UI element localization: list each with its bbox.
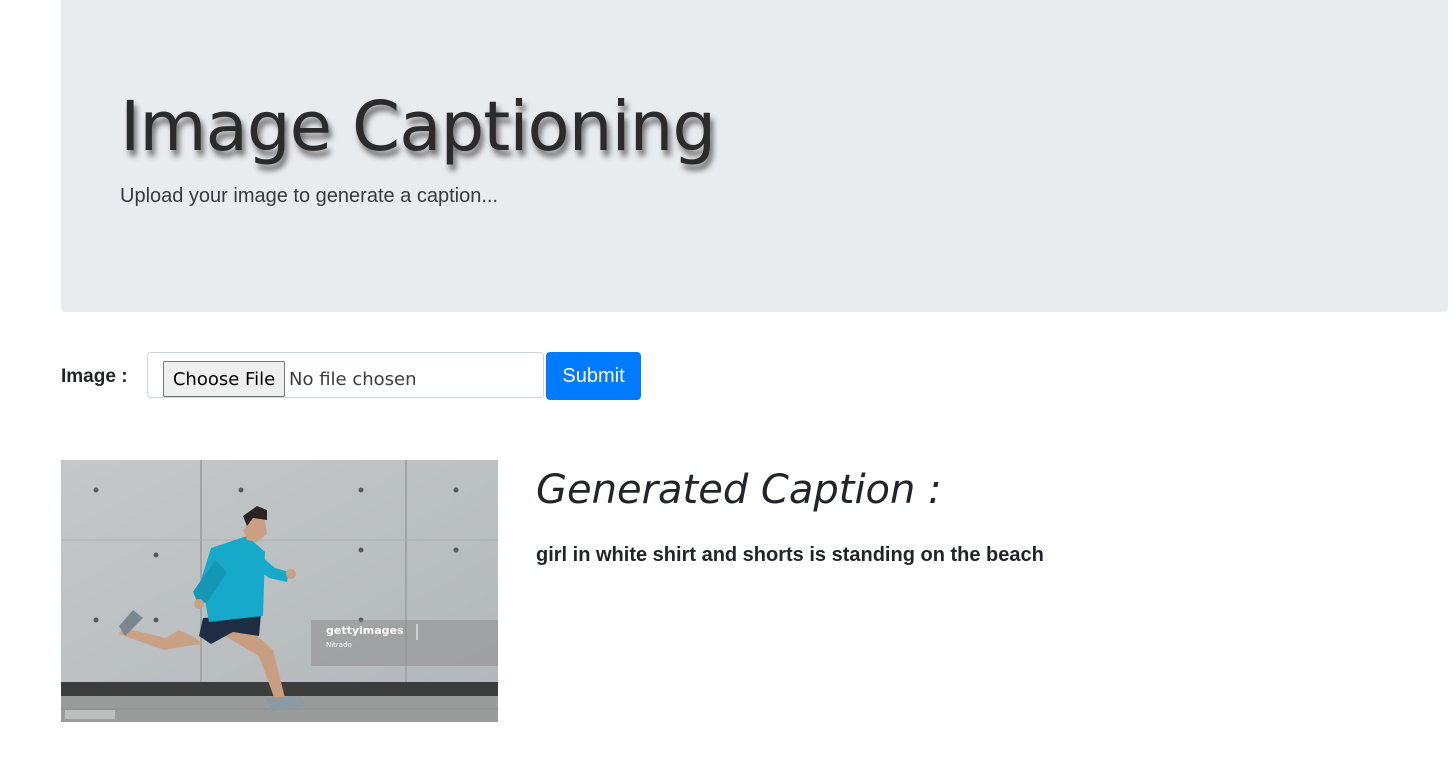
page-subtitle: Upload your image to generate a caption.… xyxy=(120,185,499,207)
generated-caption: girl in white shirt and shorts is standi… xyxy=(536,544,1044,566)
runner-photo: gettyimages Nitrado xyxy=(61,460,498,722)
file-status-text: No file chosen xyxy=(289,369,417,390)
watermark-sub: Nitrado xyxy=(326,641,352,649)
image-field-label: Image : xyxy=(61,366,128,387)
submit-button[interactable]: Submit xyxy=(546,352,641,400)
page-title: Image Captioning xyxy=(120,87,716,167)
file-input[interactable]: Choose File No file chosen xyxy=(147,352,544,398)
caption-heading: Generated Caption : xyxy=(536,467,942,513)
choose-file-button[interactable]: Choose File xyxy=(163,361,285,397)
uploaded-image: gettyimages Nitrado xyxy=(61,460,498,722)
jumbotron-header: Image Captioning Upload your image to ge… xyxy=(61,0,1448,312)
watermark-brand: gettyimages xyxy=(326,624,404,637)
